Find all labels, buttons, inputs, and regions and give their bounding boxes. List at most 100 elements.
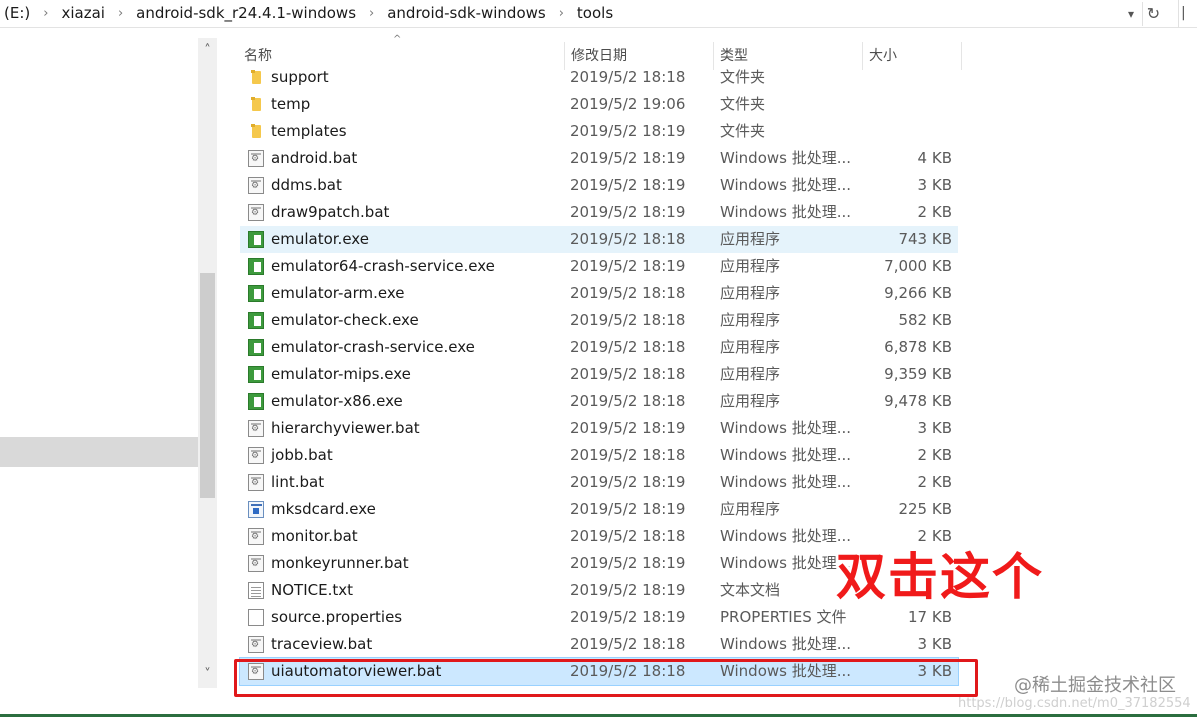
file-date: 2019/5/2 18:19 bbox=[570, 122, 686, 140]
file-type: Windows 批处理... bbox=[720, 203, 852, 221]
file-name: templates bbox=[271, 122, 347, 140]
scroll-up-icon[interactable]: ˄ bbox=[198, 40, 217, 62]
batch-file-icon bbox=[248, 177, 264, 194]
file-name: emulator-check.exe bbox=[271, 311, 419, 329]
file-row[interactable]: emulator-x86.exe 2019/5/2 18:18 应用程序 9,478 … bbox=[240, 388, 958, 415]
file-type: 应用程序 bbox=[720, 365, 781, 383]
file-size: 4 KB bbox=[917, 149, 952, 167]
scroll-down-icon[interactable]: ˅ bbox=[198, 664, 217, 686]
file-size: 17 KB bbox=[908, 608, 952, 626]
file-date: 2019/5/2 18:18 bbox=[570, 284, 686, 302]
file-row[interactable]: emulator-mips.exe 2019/5/2 18:18 应用程序 9,359… bbox=[240, 361, 958, 388]
batch-file-icon bbox=[248, 150, 264, 167]
file-row[interactable]: support 2019/5/2 18:18 文件夹 bbox=[240, 64, 958, 91]
breadcrumb-item[interactable]: android-sdk-windows bbox=[383, 4, 550, 22]
breadcrumb-separator-icon[interactable]: › bbox=[360, 6, 383, 21]
file-type: 文件夹 bbox=[720, 68, 766, 86]
breadcrumb-separator-icon[interactable]: › bbox=[109, 6, 132, 21]
breadcrumb-item[interactable]: android-sdk_r24.4.1-windows bbox=[132, 4, 360, 22]
folder-icon bbox=[248, 96, 264, 113]
nav-selected-item[interactable] bbox=[0, 437, 198, 467]
file-type: 应用程序 bbox=[720, 257, 781, 275]
file-size: 3 KB bbox=[917, 176, 952, 194]
file-type: Windows 批处理... bbox=[720, 419, 852, 437]
batch-file-icon bbox=[248, 204, 264, 221]
file-row[interactable]: hierarchyviewer.bat 2019/5/2 18:19 Windows… bbox=[240, 415, 958, 442]
file-size: 225 KB bbox=[898, 500, 952, 518]
application-icon bbox=[248, 312, 264, 329]
file-size: 582 KB bbox=[898, 311, 952, 329]
search-box-edge[interactable]: | bbox=[1178, 0, 1197, 28]
file-date: 2019/5/2 18:18 bbox=[570, 68, 686, 86]
file-size: 9,478 KB bbox=[884, 392, 952, 410]
file-row[interactable]: ddms.bat 2019/5/2 18:19 Windows 批处理... 3 KB bbox=[240, 172, 958, 199]
file-type: 应用程序 bbox=[720, 500, 781, 518]
file-name: lint.bat bbox=[271, 473, 325, 491]
file-name: android.bat bbox=[271, 149, 358, 167]
application-window-icon bbox=[248, 501, 264, 518]
file-type: Windows 批处理... bbox=[720, 149, 852, 167]
scrollbar-thumb[interactable] bbox=[200, 273, 215, 498]
file-size: 9,359 KB bbox=[884, 365, 952, 383]
file-row[interactable]: emulator-crash-service.exe 2019/5/2 18:18… bbox=[240, 334, 958, 361]
file-row[interactable]: monitor.bat 2019/5/2 18:18 Windows 批处理... 2… bbox=[240, 523, 958, 550]
batch-file-icon bbox=[248, 555, 264, 572]
file-row[interactable]: temp 2019/5/2 19:06 文件夹 bbox=[240, 91, 958, 118]
file-row[interactable]: draw9patch.bat 2019/5/2 18:19 Windows 批处理.… bbox=[240, 199, 958, 226]
file-date: 2019/5/2 18:18 bbox=[570, 230, 686, 248]
file-row[interactable]: emulator.exe 2019/5/2 18:18 应用程序 743 KB bbox=[240, 226, 958, 253]
batch-file-icon bbox=[248, 420, 264, 437]
folder-icon bbox=[248, 69, 264, 86]
batch-file-icon bbox=[248, 447, 264, 464]
application-icon bbox=[248, 285, 264, 302]
breadcrumb-separator-icon[interactable]: › bbox=[550, 6, 573, 21]
batch-file-icon bbox=[248, 528, 264, 545]
file-name: draw9patch.bat bbox=[271, 203, 390, 221]
file-date: 2019/5/2 18:18 bbox=[570, 365, 686, 383]
vertical-scrollbar[interactable]: ˄ ˅ bbox=[198, 38, 217, 688]
file-size: 9,266 KB bbox=[884, 284, 952, 302]
address-bar[interactable]: (E:) › xiazai › android-sdk_r24.4.1-windows ›… bbox=[0, 0, 1197, 28]
file-row[interactable]: source.properties 2019/5/2 18:19 PROPERTIE… bbox=[240, 604, 958, 631]
file-date: 2019/5/2 18:19 bbox=[570, 203, 686, 221]
file-type: Windows 批处理... bbox=[720, 635, 852, 653]
file-date: 2019/5/2 18:19 bbox=[570, 257, 686, 275]
file-date: 2019/5/2 18:18 bbox=[570, 635, 686, 653]
file-type: 应用程序 bbox=[720, 338, 781, 356]
file-row[interactable]: traceview.bat 2019/5/2 18:18 Windows 批处理..… bbox=[240, 631, 958, 658]
file-row[interactable]: emulator-check.exe 2019/5/2 18:18 应用程序 582 … bbox=[240, 307, 958, 334]
annotation-highlight-box bbox=[234, 659, 978, 697]
watermark-url: https://blog.csdn.net/m0_37182554 bbox=[958, 696, 1191, 711]
chevron-down-icon[interactable]: ▾ bbox=[1121, 3, 1141, 25]
file-name: emulator-arm.exe bbox=[271, 284, 405, 302]
file-row[interactable]: emulator-arm.exe 2019/5/2 18:18 应用程序 9,266 … bbox=[240, 280, 958, 307]
refresh-icon[interactable]: ↻ bbox=[1142, 2, 1164, 26]
file-name: emulator-crash-service.exe bbox=[271, 338, 475, 356]
file-name: ddms.bat bbox=[271, 176, 342, 194]
file-name: emulator-mips.exe bbox=[271, 365, 411, 383]
application-icon bbox=[248, 231, 264, 248]
breadcrumb-item[interactable]: tools bbox=[573, 4, 617, 22]
file-size: 2 KB bbox=[917, 446, 952, 464]
navigation-pane[interactable] bbox=[0, 38, 198, 714]
file-date: 2019/5/2 18:18 bbox=[570, 527, 686, 545]
file-name: NOTICE.txt bbox=[271, 581, 353, 599]
file-name: monkeyrunner.bat bbox=[271, 554, 409, 572]
breadcrumb: (E:) › xiazai › android-sdk_r24.4.1-windows ›… bbox=[0, 0, 617, 26]
breadcrumb-item[interactable]: (E:) bbox=[0, 4, 34, 22]
file-row[interactable]: android.bat 2019/5/2 18:19 Windows 批处理... 4… bbox=[240, 145, 958, 172]
batch-file-icon bbox=[248, 474, 264, 491]
folder-icon bbox=[248, 123, 264, 140]
breadcrumb-item[interactable]: xiazai bbox=[57, 4, 108, 22]
file-date: 2019/5/2 18:19 bbox=[570, 176, 686, 194]
file-row[interactable]: mksdcard.exe 2019/5/2 18:19 应用程序 225 KB bbox=[240, 496, 958, 523]
file-row[interactable]: templates 2019/5/2 18:19 文件夹 bbox=[240, 118, 958, 145]
blank-file-icon bbox=[248, 609, 264, 626]
file-row[interactable]: jobb.bat 2019/5/2 18:18 Windows 批处理... 2 KB bbox=[240, 442, 958, 469]
file-type: Windows 批处理... bbox=[720, 473, 852, 491]
file-row[interactable]: emulator64-crash-service.exe 2019/5/2 18:… bbox=[240, 253, 958, 280]
file-row[interactable]: lint.bat 2019/5/2 18:19 Windows 批处理... 2 KB bbox=[240, 469, 958, 496]
file-date: 2019/5/2 18:19 bbox=[570, 500, 686, 518]
file-date: 2019/5/2 19:06 bbox=[570, 95, 686, 113]
breadcrumb-separator-icon[interactable]: › bbox=[34, 6, 57, 21]
